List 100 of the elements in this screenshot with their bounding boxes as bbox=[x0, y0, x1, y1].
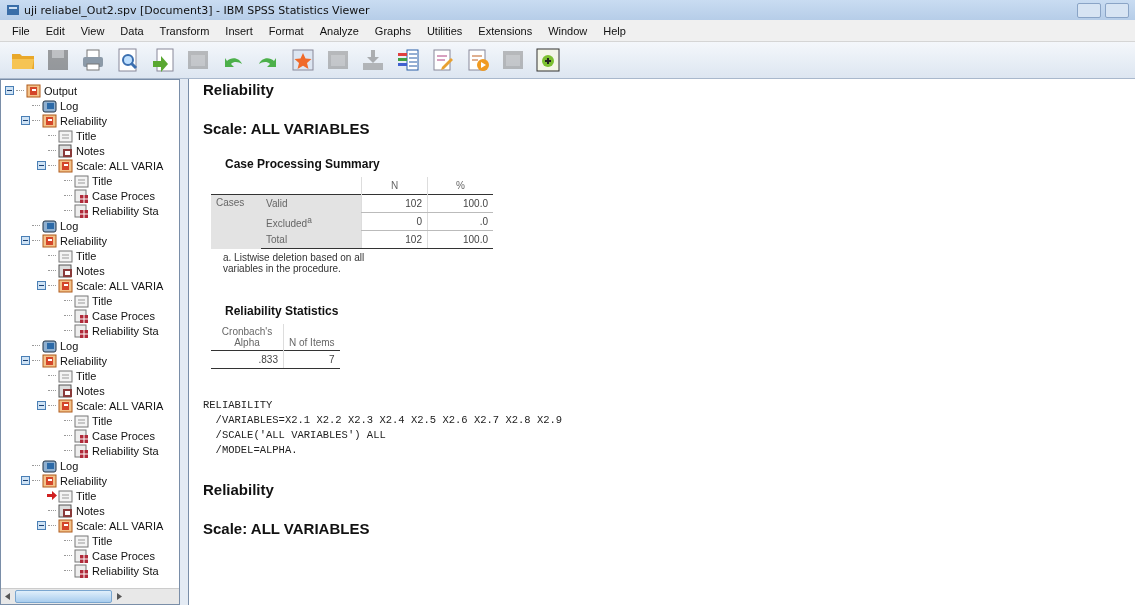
book-icon bbox=[42, 353, 57, 368]
outline-item[interactable]: Notes bbox=[76, 144, 105, 157]
notes-page-icon bbox=[58, 143, 73, 158]
outline-item[interactable]: Case Proces bbox=[92, 429, 155, 442]
table-cell: 7 bbox=[283, 350, 340, 369]
outline-item[interactable]: Output bbox=[44, 84, 78, 97]
menu-item[interactable]: Transform bbox=[151, 24, 218, 37]
outline-item[interactable]: Title bbox=[76, 489, 97, 502]
maximize-button[interactable] bbox=[1105, 2, 1129, 18]
outline-item[interactable]: Reliability bbox=[60, 354, 108, 367]
syntax-line: /MODEL=ALPHA. bbox=[214, 444, 298, 459]
outline-item[interactable]: Scale: ALL VARIA bbox=[76, 159, 164, 172]
printer-icon[interactable] bbox=[80, 47, 106, 73]
log-book-icon bbox=[42, 338, 57, 353]
title-page-icon bbox=[58, 368, 73, 383]
outline-item[interactable]: Title bbox=[92, 534, 113, 547]
menu-item[interactable]: Format bbox=[260, 24, 312, 37]
outline-item[interactable]: Case Proces bbox=[92, 549, 155, 562]
collapse-toggle-icon[interactable] bbox=[21, 116, 30, 125]
collapse-toggle-icon[interactable] bbox=[21, 236, 30, 245]
title-page-icon bbox=[58, 128, 73, 143]
minimize-button[interactable] bbox=[1077, 2, 1101, 18]
outline-item[interactable]: Notes bbox=[76, 384, 105, 397]
collapse-toggle-icon[interactable] bbox=[5, 86, 14, 95]
outline-item[interactable]: Notes bbox=[76, 504, 105, 517]
table-page-icon bbox=[74, 428, 89, 443]
book-icon bbox=[42, 113, 57, 128]
outline-item[interactable]: Log bbox=[60, 339, 79, 352]
menu-item[interactable]: Help bbox=[595, 24, 634, 37]
collapse-toggle-icon[interactable] bbox=[37, 521, 46, 530]
menu-item[interactable]: Window bbox=[540, 24, 596, 37]
star-chart-icon[interactable] bbox=[290, 47, 316, 73]
play-page-icon[interactable] bbox=[465, 47, 491, 73]
outline-item[interactable]: Case Proces bbox=[92, 309, 155, 322]
title-page-icon bbox=[74, 413, 89, 428]
column-header: % bbox=[427, 177, 493, 195]
table-title: Reliability Statistics bbox=[225, 304, 339, 319]
list-table-icon[interactable] bbox=[395, 47, 421, 73]
menu-item[interactable]: Insert bbox=[217, 24, 261, 37]
log-book-icon bbox=[42, 98, 57, 113]
collapse-toggle-icon[interactable] bbox=[21, 356, 30, 365]
pane-splitter[interactable] bbox=[180, 79, 189, 605]
outline-item[interactable]: Title bbox=[76, 129, 97, 142]
table-page-icon bbox=[74, 308, 89, 323]
table-page-icon bbox=[74, 443, 89, 458]
section-heading: Reliability bbox=[203, 81, 274, 98]
notes-page-icon bbox=[58, 263, 73, 278]
outline-item[interactable]: Reliability Sta bbox=[92, 204, 159, 217]
outline-item[interactable]: Scale: ALL VARIA bbox=[76, 279, 164, 292]
page-arrow-icon[interactable] bbox=[150, 47, 176, 73]
book-icon bbox=[42, 233, 57, 248]
menu-item[interactable]: Graphs bbox=[366, 24, 419, 37]
menu-item[interactable]: View bbox=[72, 24, 113, 37]
outline-item[interactable]: Scale: ALL VARIA bbox=[76, 399, 164, 412]
table-cell: 100.0 bbox=[427, 194, 493, 213]
table-cell: 0 bbox=[361, 212, 428, 231]
title-page-icon bbox=[58, 488, 73, 503]
menu-item[interactable]: File bbox=[4, 24, 38, 37]
outline-item[interactable]: Reliability Sta bbox=[92, 564, 159, 577]
menu-item[interactable]: Edit bbox=[37, 24, 73, 37]
book-icon bbox=[58, 158, 73, 173]
outline-item[interactable]: Title bbox=[92, 294, 113, 307]
collapse-toggle-icon[interactable] bbox=[37, 281, 46, 290]
outline-item[interactable]: Reliability bbox=[60, 234, 108, 247]
outline-item[interactable]: Reliability bbox=[60, 114, 108, 127]
outline-item[interactable]: Title bbox=[76, 369, 97, 382]
menu-item[interactable]: Data bbox=[112, 24, 152, 37]
menu-item[interactable]: Utilities bbox=[418, 24, 471, 37]
outline-item[interactable]: Reliability Sta bbox=[92, 324, 159, 337]
outline-item[interactable]: Title bbox=[92, 174, 113, 187]
book-icon bbox=[42, 473, 57, 488]
outline-item[interactable]: Log bbox=[60, 219, 79, 232]
menu-item[interactable]: Extensions bbox=[470, 24, 541, 37]
book-icon bbox=[58, 518, 73, 533]
outline-item[interactable]: Scale: ALL VARIA bbox=[76, 519, 164, 532]
outline-item[interactable]: Log bbox=[60, 459, 79, 472]
outline-item[interactable]: Log bbox=[60, 99, 79, 112]
outline-item[interactable]: Title bbox=[76, 249, 97, 262]
row-label: Valid bbox=[261, 194, 362, 213]
column-header: Cronbach's Alpha bbox=[211, 324, 284, 351]
menu-item[interactable]: Analyze bbox=[311, 24, 367, 37]
outline-item[interactable]: Title bbox=[92, 414, 113, 427]
outline-item[interactable]: Reliability Sta bbox=[92, 444, 159, 457]
pencil-page-icon[interactable] bbox=[430, 47, 456, 73]
horizontal-scrollbar[interactable] bbox=[1, 588, 179, 604]
section-heading: Reliability bbox=[203, 481, 274, 499]
notes-page-icon bbox=[58, 383, 73, 398]
table-cell: 102 bbox=[361, 194, 428, 213]
collapse-toggle-icon[interactable] bbox=[37, 161, 46, 170]
table-page-icon bbox=[74, 548, 89, 563]
collapse-toggle-icon[interactable] bbox=[21, 476, 30, 485]
syntax-line: /SCALE('ALL VARIABLES') ALL bbox=[214, 429, 386, 444]
outline-item[interactable]: Notes bbox=[76, 264, 105, 277]
collapse-toggle-icon[interactable] bbox=[37, 401, 46, 410]
book-icon bbox=[26, 83, 41, 98]
table-page-icon bbox=[74, 203, 89, 218]
outline-item[interactable]: Reliability bbox=[60, 474, 108, 487]
book-icon bbox=[58, 278, 73, 293]
outline-item[interactable]: Case Proces bbox=[92, 189, 155, 202]
section-subheading: Scale: ALL VARIABLES bbox=[203, 520, 370, 538]
